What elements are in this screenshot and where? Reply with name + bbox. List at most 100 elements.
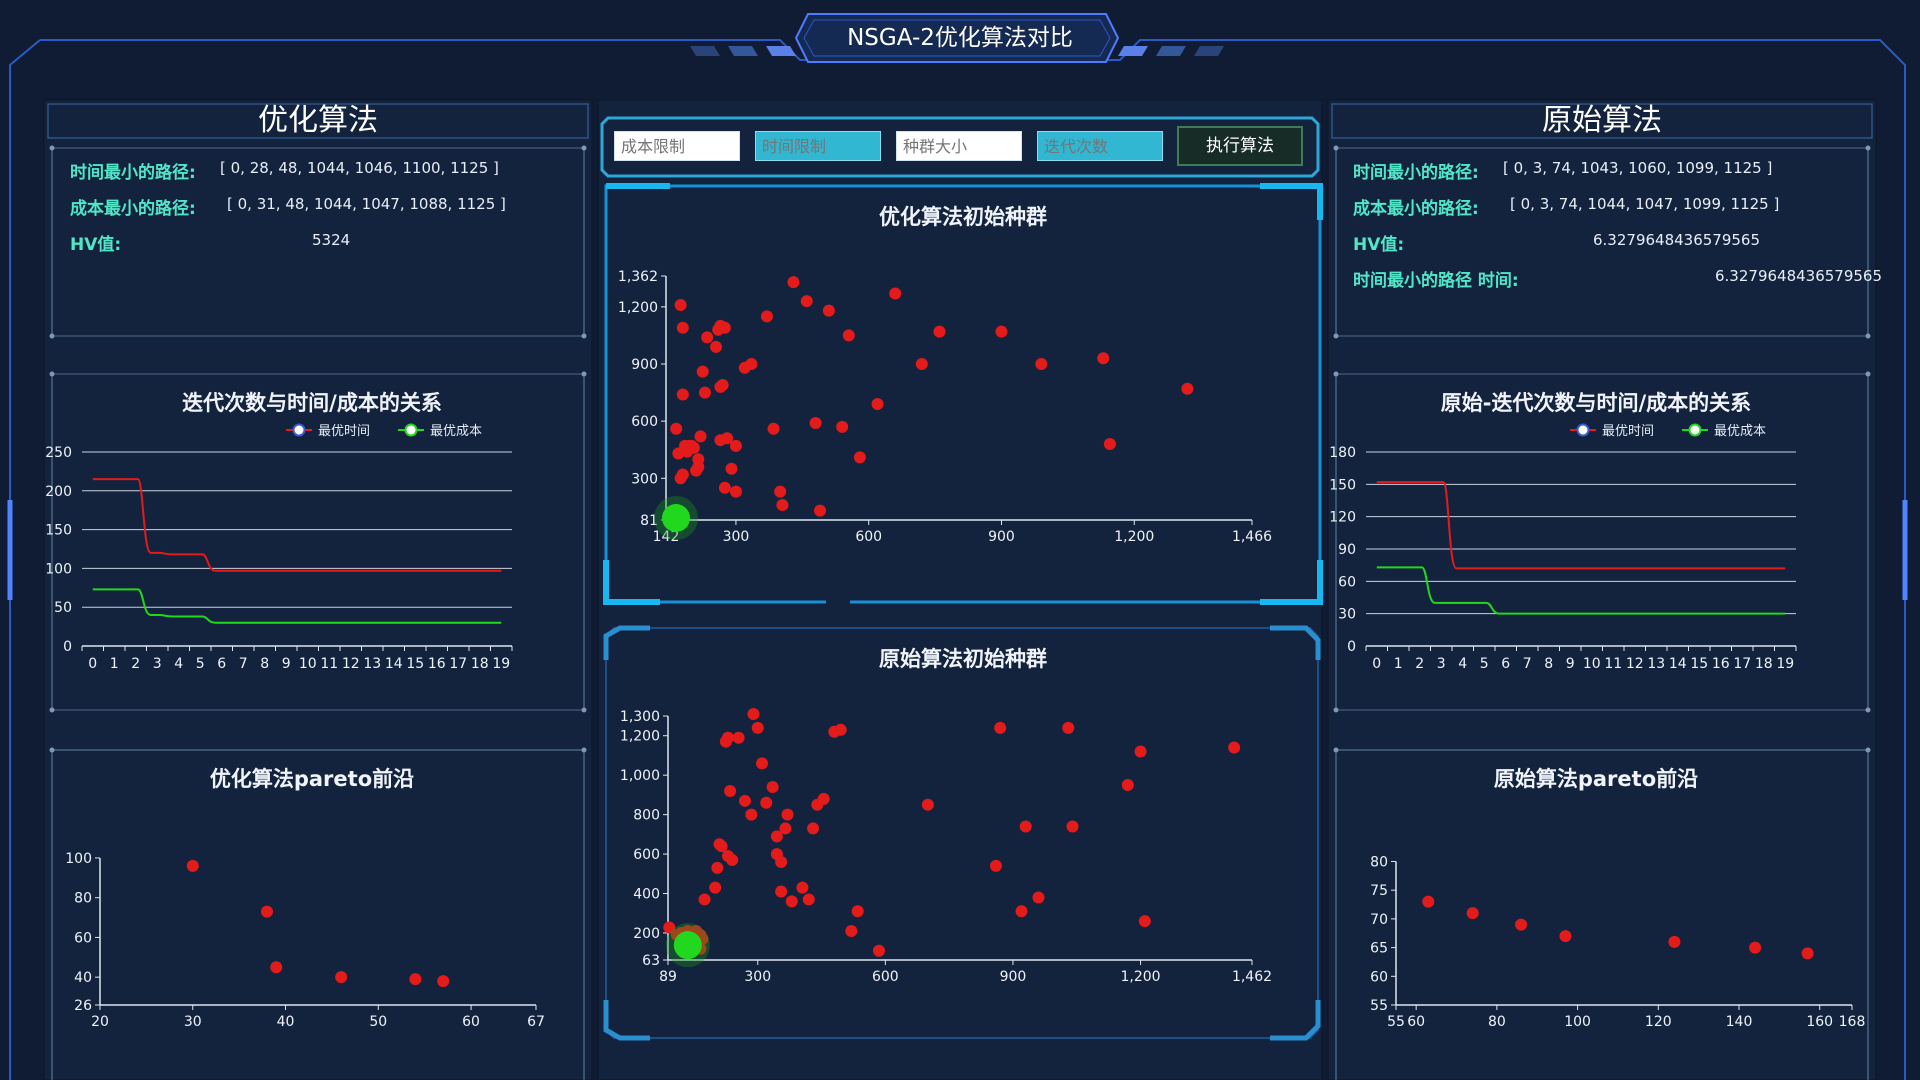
data-point	[774, 485, 787, 498]
original-initial-population-chart: 原始算法初始种群 89 300 600 900 1,200 1,462 63 200 400 600…	[620, 647, 1272, 985]
y-tick-label: 400	[633, 887, 660, 903]
y-tick-label: 300	[631, 471, 658, 487]
data-point	[738, 794, 751, 807]
highlight-point	[662, 504, 690, 532]
x-tick-label: 1,200	[1114, 529, 1154, 545]
data-point	[718, 321, 731, 334]
data-point	[270, 961, 283, 974]
data-point	[817, 792, 830, 805]
data-point	[994, 721, 1007, 734]
data-point	[1015, 905, 1028, 918]
data-point	[710, 340, 723, 353]
data-point	[716, 378, 729, 391]
data-point	[711, 861, 724, 874]
right-info-value: [ 0, 3, 74, 1044, 1047, 1099, 1125 ]	[1510, 195, 1780, 213]
x-tick-label: 14	[385, 656, 403, 672]
data-point	[779, 822, 792, 835]
x-tick-label: 12	[1626, 656, 1644, 672]
right-info-value: 6.3279648436579565	[1593, 231, 1761, 249]
y-tick-label: 40	[74, 970, 92, 986]
right-info-label: 成本最小的路径:	[1353, 199, 1479, 219]
x-tick-label: 89	[659, 969, 677, 985]
x-tick-label: 15	[1690, 656, 1708, 672]
x-tick-label: 0	[1372, 656, 1381, 672]
data-point	[842, 329, 855, 342]
series-line-最优时间	[1376, 481, 1786, 570]
y-tick-label: 0	[63, 639, 72, 655]
data-point	[745, 808, 758, 821]
x-tick-label: 50	[369, 1014, 387, 1030]
data-point	[1121, 779, 1134, 792]
optimized-pareto-chart: 优化算法pareto前沿 20 30 40 50 60 67 26 40 60 80 100	[65, 767, 545, 1030]
y-tick-label: 900	[631, 357, 658, 373]
legend-marker	[292, 423, 306, 437]
data-point	[1066, 820, 1079, 833]
data-point	[921, 798, 934, 811]
x-tick-label: 7	[239, 656, 248, 672]
data-point	[724, 784, 737, 797]
data-point	[760, 796, 773, 809]
data-point	[802, 893, 815, 906]
y-tick-label: 600	[631, 414, 658, 430]
population-size-input[interactable]	[896, 131, 1022, 161]
iterations-input[interactable]	[1037, 131, 1163, 161]
right-info-label: 时间最小的路径:	[1353, 163, 1479, 183]
x-tick-label: 18	[1755, 656, 1773, 672]
data-point	[1035, 358, 1048, 370]
y-tick-label: 30	[1338, 607, 1356, 623]
data-point	[853, 451, 866, 464]
data-point	[756, 757, 769, 770]
x-tick-label: 600	[872, 969, 899, 985]
x-tick-label: 6	[217, 656, 226, 672]
data-point	[1019, 820, 1032, 833]
data-point	[766, 781, 779, 794]
data-point	[1668, 935, 1681, 948]
data-point	[796, 881, 809, 894]
data-point	[845, 925, 858, 938]
x-tick-label: 100	[1564, 1014, 1591, 1030]
time-limit-input[interactable]	[755, 131, 881, 161]
data-point	[776, 498, 789, 511]
y-tick-label: 200	[45, 484, 72, 500]
x-tick-label: 30	[184, 1014, 202, 1030]
data-point	[709, 881, 722, 894]
x-tick-label: 19	[1776, 656, 1794, 672]
x-tick-label: 120	[1645, 1014, 1672, 1030]
data-point	[836, 420, 849, 433]
data-point	[729, 485, 742, 498]
x-tick-label: 3	[153, 656, 162, 672]
legend-marker	[1576, 423, 1590, 437]
x-tick-label: 140	[1726, 1014, 1753, 1030]
right-panel-title: 原始算法	[1542, 103, 1662, 138]
x-tick-label: 8	[1544, 656, 1553, 672]
x-tick-label: 11	[320, 656, 338, 672]
data-point	[674, 298, 687, 311]
series-line-最优成本	[1376, 566, 1786, 615]
x-tick-label: 80	[1488, 1014, 1506, 1030]
x-tick-label: 17	[1733, 656, 1751, 672]
y-tick-label: 120	[1329, 510, 1356, 526]
legend-label: 最优时间	[318, 424, 370, 439]
data-point	[1466, 907, 1479, 920]
data-point	[775, 855, 788, 868]
y-tick-label: 50	[54, 600, 72, 616]
x-tick-label: 5	[1480, 656, 1489, 672]
y-tick-label: 1,000	[620, 768, 660, 784]
cost-limit-input[interactable]	[614, 131, 740, 161]
optimized-initial-population-chart: 优化算法初始种群142 300 600 900 1,200 1,4668130060090…	[618, 205, 1272, 545]
data-point	[335, 971, 348, 984]
data-point	[718, 481, 731, 494]
y-tick-label: 200	[633, 926, 660, 942]
data-point	[787, 276, 800, 289]
data-point	[747, 708, 760, 721]
y-tick-label: 65	[1370, 941, 1388, 957]
legend-label: 最优成本	[430, 424, 482, 439]
y-tick-label: 1,362	[618, 269, 658, 285]
highlight-point	[673, 931, 702, 960]
left-info-label: 时间最小的路径:	[70, 163, 196, 183]
data-point	[775, 885, 788, 898]
run-algorithm-button[interactable]: 执行算法	[1177, 126, 1303, 166]
x-tick-label: 5	[196, 656, 205, 672]
chart-title: 迭代次数与时间/成本的关系	[182, 391, 442, 415]
x-tick-label: 40	[277, 1014, 295, 1030]
